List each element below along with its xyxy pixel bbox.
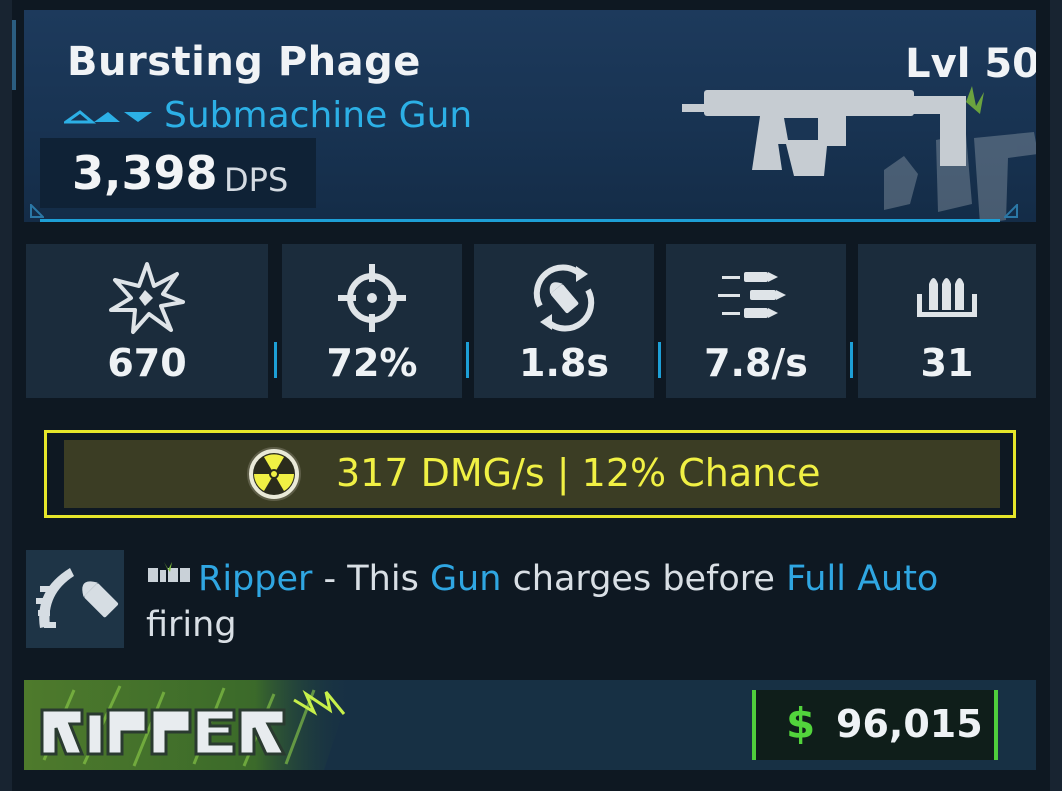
element-frame-right <box>1010 430 1016 518</box>
ripper-manufacturer-logo <box>24 680 354 770</box>
stat-accuracy: 72% <box>282 244 462 398</box>
stat-divider <box>274 342 277 378</box>
dps-value: 3,398 <box>72 146 218 200</box>
stat-damage-value: 670 <box>107 341 187 385</box>
weapon-header: Bursting Phage Lvl 50 Submachine Gun 3,3… <box>24 10 1036 222</box>
rarity-chevrons-icon <box>64 110 152 124</box>
element-stats: 317 DMG/s | 12% Chance <box>336 451 821 495</box>
element-frame-left <box>44 430 50 518</box>
magazine-icon <box>917 278 977 317</box>
weapon-name: Bursting Phage <box>67 39 421 85</box>
perk-keyword-full-auto: Full Auto <box>786 559 939 599</box>
frame-right <box>1050 0 1062 791</box>
corner-mark-right <box>1004 204 1018 218</box>
perk-text-mid: charges before <box>501 559 787 599</box>
crosshair-accuracy-icon <box>338 264 406 332</box>
dollar-icon: $ <box>786 699 816 748</box>
ripper-logo-icon <box>148 562 190 582</box>
stat-fire-rate-value: 7.8/s <box>704 341 808 385</box>
stat-accuracy-value: 72% <box>326 341 418 385</box>
perk-icon-box <box>26 550 124 648</box>
edge-tick-left <box>12 20 16 90</box>
stat-reload-value: 1.8s <box>519 341 609 385</box>
header-underline <box>40 219 1000 222</box>
weapon-type: Submachine Gun <box>164 95 473 136</box>
stat-magazine: 31 <box>858 244 1036 398</box>
radiation-icon <box>247 447 301 501</box>
perk-line-2: firing <box>146 605 237 645</box>
stat-damage: 670 <box>26 244 268 398</box>
dps-unit: DPS <box>224 161 289 199</box>
price-value: 96,015 <box>836 702 983 746</box>
stat-divider <box>658 342 661 378</box>
stat-reload: 1.8s <box>474 244 654 398</box>
dps-box: 3,398 DPS <box>40 138 316 208</box>
fire-rate-icon <box>718 272 786 318</box>
reload-icon <box>533 264 595 332</box>
stat-divider <box>466 342 469 378</box>
perk-line-1: Ripper - This Gun charges before Full Au… <box>146 556 938 602</box>
stat-fire-rate: 7.8/s <box>666 244 846 398</box>
stat-magazine-value: 31 <box>920 341 974 385</box>
charge-shot-icon <box>36 568 119 628</box>
perk-text-sep: - This <box>312 559 430 599</box>
frame-left <box>0 0 12 791</box>
weapon-level: Lvl 50 <box>905 41 1036 87</box>
price-box: $ 96,015 <box>752 690 998 760</box>
perk-keyword-gun: Gun <box>429 559 502 599</box>
stat-divider <box>850 342 853 378</box>
burst-damage-icon <box>109 262 185 334</box>
perk-name: Ripper <box>198 559 313 599</box>
corner-mark-left <box>30 204 44 218</box>
